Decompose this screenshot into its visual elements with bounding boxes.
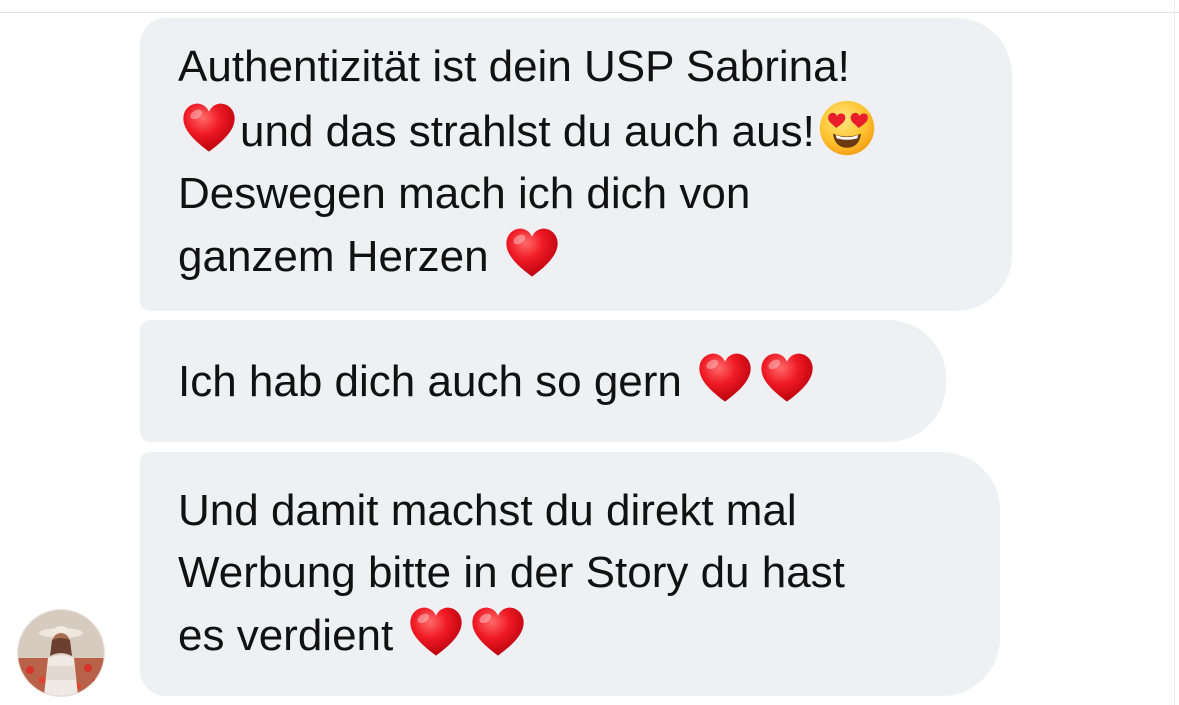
- message-text: Werbung bitte in der Story du hast: [178, 548, 845, 597]
- top-divider: [0, 12, 1179, 13]
- message-line: es verdient: [178, 604, 962, 667]
- message-line: Und damit machst du direkt mal: [178, 480, 962, 542]
- message-bubble[interactable]: Authentizität ist dein USP Sabrina! und …: [140, 18, 1012, 311]
- message-text: Deswegen mach ich dich von: [178, 169, 751, 218]
- message-text: ganzem Herzen: [178, 232, 489, 281]
- red-heart-icon: [696, 350, 754, 406]
- message-bubble[interactable]: Und damit machst du direkt mal Werbung b…: [140, 452, 1000, 696]
- message-line: ganzem Herzen: [178, 225, 974, 288]
- message-text: Und damit machst du direkt mal: [178, 486, 797, 535]
- message-text: Ich hab dich auch so gern: [178, 357, 682, 406]
- right-divider: [1174, 0, 1175, 705]
- message-line: Authentizität ist dein USP Sabrina!: [178, 36, 974, 98]
- heart-eyes-emoji-icon: [817, 98, 877, 158]
- message-line: Werbung bitte in der Story du hast: [178, 542, 962, 604]
- message-text: und das strahlst du auch aus!: [240, 107, 815, 156]
- message-line: Ich hab dich auch so gern: [178, 350, 908, 413]
- red-heart-icon: [180, 100, 238, 156]
- message-text: Authentizität ist dein USP Sabrina!: [178, 42, 850, 91]
- red-heart-icon: [469, 604, 527, 660]
- message-bubble[interactable]: Ich hab dich auch so gern: [140, 320, 946, 442]
- sender-avatar[interactable]: [17, 609, 105, 697]
- red-heart-icon: [407, 604, 465, 660]
- red-heart-icon: [758, 350, 816, 406]
- avatar-photo-icon: [18, 610, 104, 696]
- message-text: es verdient: [178, 611, 394, 660]
- message-line: und das strahlst du auch aus!: [178, 98, 974, 163]
- message-line: Deswegen mach ich dich von: [178, 163, 974, 225]
- red-heart-icon: [503, 225, 561, 281]
